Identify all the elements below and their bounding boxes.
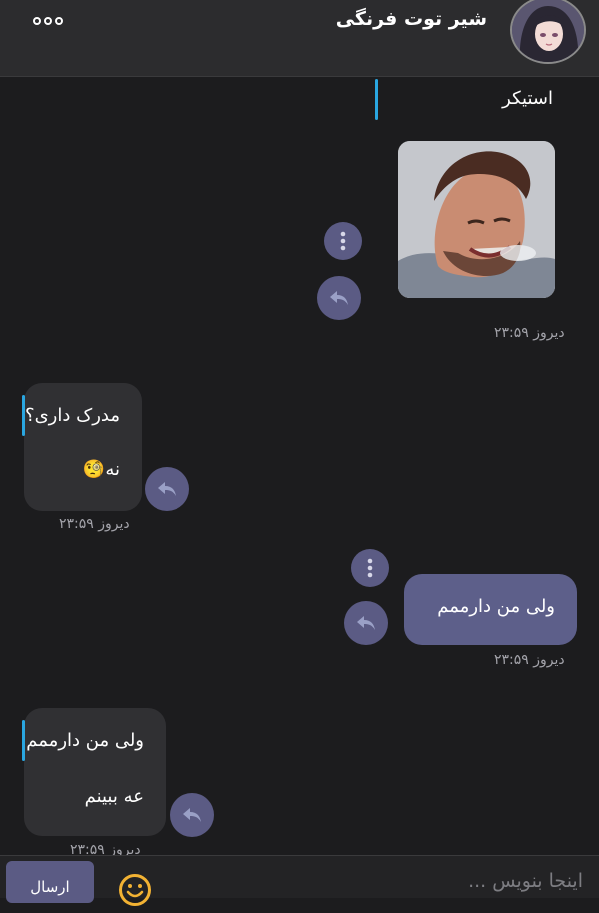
sticker-image[interactable] (398, 141, 555, 298)
message-text: نه🧐 (82, 459, 120, 480)
chat-header: شیر توت فرنگی (0, 0, 599, 77)
reply-icon (357, 616, 375, 630)
message-options-button[interactable] (324, 222, 362, 260)
anime-avatar-image (512, 0, 584, 62)
reply-icon (330, 291, 348, 305)
vertical-dots-icon (367, 558, 373, 578)
message-time: دیروز ۲۳:۵۹ (494, 652, 565, 668)
message-options-button[interactable] (351, 549, 389, 587)
reply-icon (158, 482, 176, 496)
incoming-message-bubble[interactable]: ولی من دارممم عه ببینم (22, 708, 166, 836)
message-composer: ارسال (0, 855, 599, 906)
reply-button[interactable] (170, 793, 214, 837)
vertical-dots-icon (340, 231, 346, 251)
reply-preview: مدرک داری؟ (25, 405, 120, 426)
reply-preview: ولی من دارممم (26, 730, 144, 751)
reply-accent-bar (375, 79, 378, 120)
reply-preview[interactable]: استیکر (502, 88, 553, 109)
smiley-icon (119, 874, 151, 906)
incoming-message-bubble[interactable]: مدرک داری؟ نه🧐 (22, 383, 142, 511)
message-text: ولی من دارممم (437, 596, 555, 617)
reply-button[interactable] (317, 276, 361, 320)
message-time: دیروز ۲۳:۵۹ (59, 516, 130, 532)
message-time: دیروز ۲۳:۵۹ (494, 325, 565, 341)
contact-name[interactable]: شیر توت فرنگی (336, 8, 487, 30)
reply-accent-bar (22, 720, 25, 761)
message-text: عه ببینم (84, 786, 144, 807)
emoji-button[interactable] (118, 873, 152, 907)
man-laughing-sticker (398, 141, 555, 298)
contact-avatar[interactable] (510, 0, 586, 64)
more-options-icon[interactable] (33, 13, 67, 29)
reply-button[interactable] (145, 467, 189, 511)
message-input[interactable] (281, 860, 585, 902)
reply-button[interactable] (344, 601, 388, 645)
outgoing-message-bubble[interactable]: ولی من دارممم (404, 574, 577, 645)
reply-icon (183, 808, 201, 822)
